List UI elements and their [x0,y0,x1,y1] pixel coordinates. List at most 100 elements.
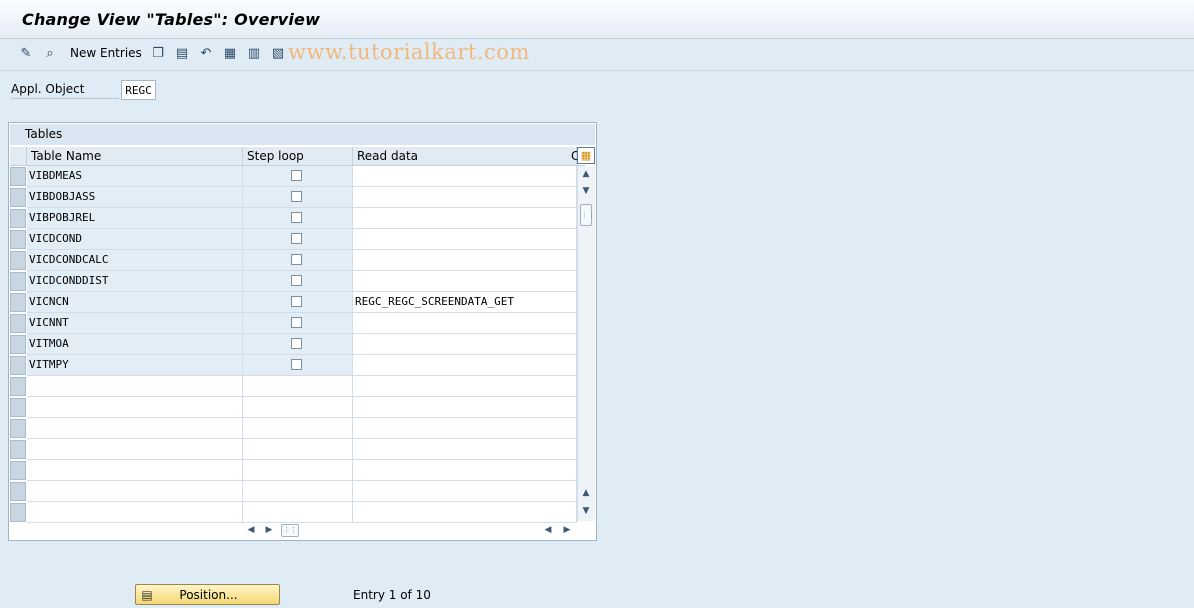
step-loop-checkbox[interactable] [291,359,302,370]
row-selector[interactable] [10,167,26,186]
row-selector[interactable] [10,272,26,291]
cell-read-data[interactable] [353,313,577,334]
cell-read-data[interactable] [353,187,577,208]
cell-step-loop [243,481,353,502]
cell-read-data[interactable] [353,250,577,271]
table-row [27,418,577,439]
scroll-left-end-icon[interactable]: ◀ [542,524,554,536]
row-selector[interactable] [10,251,26,270]
cell-table-name[interactable] [27,418,243,439]
cell-table-name[interactable] [27,439,243,460]
undo-icon[interactable]: ↶ [198,45,214,61]
step-loop-checkbox[interactable] [291,170,302,181]
table-row [27,481,577,502]
scroll-left-icon[interactable]: ◀ [245,524,257,536]
row-selector[interactable] [10,461,26,480]
row-selector[interactable] [10,482,26,501]
col-head-step-loop[interactable]: Step loop [243,147,353,166]
cell-read-data[interactable] [353,460,577,481]
copy-icon[interactable]: ❐ [150,45,166,61]
cell-read-data[interactable] [353,355,577,376]
cell-step-loop [243,502,353,523]
table-row [27,502,577,523]
cell-table-name: VICNNT [27,313,243,334]
cell-read-data[interactable] [353,166,577,187]
page-title: Change View "Tables": Overview [22,10,321,29]
cell-table-name[interactable] [27,502,243,523]
scroll-up-icon[interactable]: ▲ [580,168,592,180]
row-selector[interactable] [10,188,26,207]
find-icon[interactable]: ⌕ [42,45,58,61]
row-selector[interactable] [10,398,26,417]
cell-table-name: VITMPY [27,355,243,376]
row-selector[interactable] [10,503,26,522]
cell-table-name[interactable] [27,397,243,418]
cell-read-data[interactable] [353,439,577,460]
row-selector[interactable] [10,209,26,228]
cell-read-data[interactable] [353,502,577,523]
cell-step-loop [243,460,353,481]
select-block-icon[interactable]: ▥ [246,45,262,61]
scroll-thumb[interactable]: ⋮⋮ [580,204,595,226]
step-loop-checkbox[interactable] [291,254,302,265]
step-loop-checkbox[interactable] [291,338,302,349]
cell-step-loop [243,229,353,250]
table-row: VICDCONDDIST [27,271,577,292]
cell-step-loop [243,271,353,292]
cell-read-data[interactable] [353,208,577,229]
cell-read-data[interactable] [353,418,577,439]
cell-read-data[interactable] [353,334,577,355]
row-selector[interactable] [10,419,26,438]
select-all-rows-cell[interactable] [10,147,27,166]
scroll-page-up-icon[interactable]: ▲ [580,487,592,499]
step-loop-checkbox[interactable] [291,212,302,223]
row-selector[interactable] [10,293,26,312]
scroll-page-down-icon[interactable]: ▼ [580,505,592,517]
vertical-scrollbar[interactable]: ▲ ▼ ⋮⋮ ▲ ▼ [577,166,595,521]
cell-step-loop [243,208,353,229]
cell-read-data[interactable] [353,376,577,397]
cell-table-name[interactable] [27,376,243,397]
position-icon: ▤ [141,587,153,602]
row-selector[interactable] [10,230,26,249]
cell-table-name: VICNCN [27,292,243,313]
cell-read-data[interactable]: REGC_REGC_SCREENDATA_GET [353,292,577,313]
new-entries-button[interactable]: New Entries [70,46,142,60]
cell-step-loop [243,439,353,460]
step-loop-checkbox[interactable] [291,317,302,328]
scroll-down-icon[interactable]: ▼ [580,185,592,197]
table-row: VITMOA [27,334,577,355]
step-loop-checkbox[interactable] [291,191,302,202]
row-selector[interactable] [10,314,26,333]
step-loop-checkbox[interactable] [291,275,302,286]
delete-icon[interactable]: ▤ [174,45,190,61]
row-selector[interactable] [10,377,26,396]
cell-step-loop [243,292,353,313]
cell-read-data[interactable] [353,271,577,292]
scroll-right-icon[interactable]: ▶ [263,524,275,536]
cell-read-data[interactable] [353,397,577,418]
cell-step-loop [243,313,353,334]
row-selector[interactable] [10,440,26,459]
cell-read-data[interactable] [353,229,577,250]
tables-panel-title: Tables [25,127,63,141]
horizontal-scroll-thumb[interactable]: ⋮⋮ [281,524,299,537]
row-selector[interactable] [10,356,26,375]
tables-panel: Tables Table Name Step loop Read data C … [8,122,597,541]
position-button[interactable]: ▤ Position... [135,584,280,605]
cell-read-data[interactable] [353,481,577,502]
deselect-all-icon[interactable]: ▧ [270,45,286,61]
scroll-right-end-icon[interactable]: ▶ [561,524,573,536]
table-settings-icon[interactable]: ▦ [577,147,595,164]
step-loop-checkbox[interactable] [291,233,302,244]
cell-table-name[interactable] [27,481,243,502]
cell-table-name: VIBDOBJASS [27,187,243,208]
cell-table-name: VITMOA [27,334,243,355]
step-loop-checkbox[interactable] [291,296,302,307]
col-head-read-data[interactable]: Read data [353,147,577,166]
row-selector[interactable] [10,335,26,354]
col-head-table-name[interactable]: Table Name [27,147,243,166]
select-all-icon[interactable]: ▦ [222,45,238,61]
edit-glasses-icon[interactable]: ✎ [18,45,34,61]
cell-table-name[interactable] [27,460,243,481]
